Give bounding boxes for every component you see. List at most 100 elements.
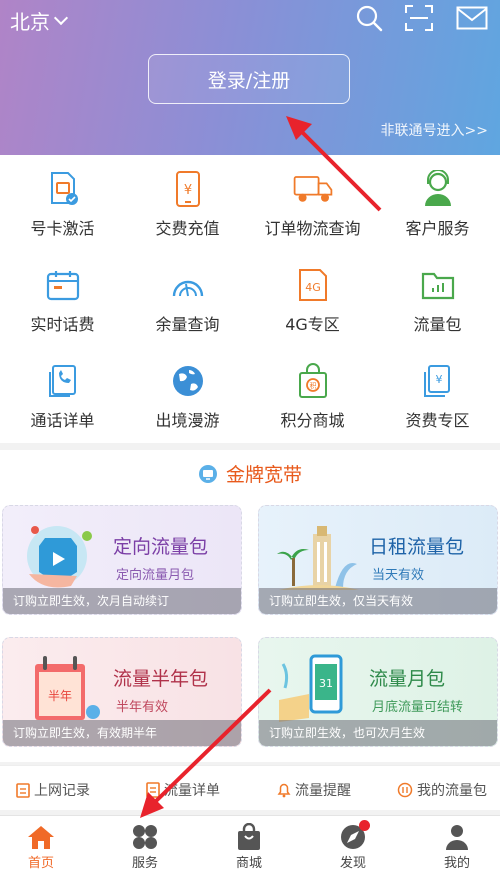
service-tariff-zone[interactable]: ¥ 资费专区: [375, 347, 500, 439]
service-call-details[interactable]: 通话详单: [0, 347, 125, 439]
service-label: 出境漫游: [155, 411, 220, 430]
quick-link-label: 流量详单: [164, 783, 220, 799]
gauge-icon: [172, 280, 203, 297]
card-footer: 订购立即生效，也可次月生效: [259, 720, 497, 746]
tab-services[interactable]: 服务: [95, 822, 195, 871]
list-icon: [146, 782, 160, 798]
tab-label: 我的: [443, 856, 470, 871]
card-half-year-data-pack[interactable]: 半年 流量半年包 半年有效 订购立即生效，有效期半年: [2, 637, 242, 747]
notification-dot: [359, 820, 370, 831]
directed-data-illustration: [27, 526, 92, 588]
service-label: 实时话费: [30, 315, 95, 334]
calendar-art-text: 31: [319, 677, 333, 690]
service-sim-activation[interactable]: 号卡激活: [0, 155, 125, 247]
yen-doc-icon: ¥: [423, 365, 450, 397]
service-grid: 号卡激活 ¥ 交费充值 订单物流查询 客户服务 实时话费 余量查询 4G 4G专…: [0, 155, 500, 443]
service-data-pack[interactable]: 流量包: [375, 251, 500, 343]
non-unicom-link[interactable]: 非联通号进入>>: [381, 120, 488, 140]
quick-link-label: 流量提醒: [295, 783, 351, 799]
quick-link-data-alert[interactable]: 流量提醒: [277, 780, 351, 800]
svg-text:4G: 4G: [305, 281, 321, 294]
service-label: 资费专区: [405, 411, 470, 430]
truck-icon: [293, 176, 332, 202]
card-subtitle: 半年有效: [116, 700, 169, 715]
tab-home[interactable]: 首页: [0, 822, 91, 871]
clipboard-icon: [16, 783, 30, 798]
service-roaming[interactable]: 出境漫游: [125, 347, 250, 439]
tab-me[interactable]: 我的: [407, 822, 500, 871]
svg-text:¥: ¥: [183, 183, 191, 198]
mail-icon[interactable]: [456, 6, 488, 30]
points-bag-icon: 积: [298, 363, 327, 398]
service-customer-service[interactable]: 客户服务: [375, 155, 500, 247]
folder-chart-icon: [421, 272, 454, 300]
service-label: 客户服务: [405, 219, 470, 238]
service-label: 号卡激活: [30, 219, 95, 238]
card-title: 流量半年包: [113, 668, 209, 690]
half-year-illustration: 半年: [35, 656, 100, 720]
service-label: 通话详单: [30, 411, 95, 430]
card-monthly-data-pack[interactable]: 31 流量月包 月底流量可结转 订购立即生效，也可次月生效: [258, 637, 498, 747]
quick-link-label: 上网记录: [34, 783, 90, 799]
tab-mall[interactable]: 商城: [199, 822, 299, 871]
quick-link-data-details[interactable]: 流量详单: [146, 780, 220, 800]
card-footer: 订购立即生效，次月自动续订: [3, 588, 241, 614]
card-directed-data-pack[interactable]: 定向流量包 定向流量月包 订购立即生效，次月自动续订: [2, 505, 242, 615]
service-realtime-charges[interactable]: 实时话费: [0, 251, 125, 343]
service-label: 积分商城: [280, 411, 345, 430]
broadband-title: 金牌宽带: [225, 464, 302, 486]
tab-label: 首页: [27, 856, 54, 871]
shopping-bag-icon: [238, 823, 260, 850]
svg-text:¥: ¥: [435, 373, 442, 386]
service-label: 流量包: [413, 315, 462, 334]
broadband-icon: [198, 464, 217, 483]
service-4g-zone[interactable]: 4G 4G专区: [250, 251, 375, 343]
bell-icon: [277, 783, 291, 798]
card-subtitle: 当天有效: [372, 568, 425, 583]
service-label: 交费充值: [155, 219, 220, 238]
service-label: 余量查询: [155, 315, 220, 334]
svg-text:积: 积: [309, 381, 316, 390]
card-subtitle: 定向流量月包: [116, 568, 195, 583]
home-icon: [28, 826, 54, 849]
card-footer: 订购立即生效，仅当天有效: [259, 588, 497, 614]
tab-label: 服务: [131, 856, 158, 871]
scan-icon[interactable]: [404, 4, 434, 32]
call-list-icon: [48, 365, 76, 397]
card-title: 定向流量包: [113, 536, 209, 558]
tab-label: 发现: [339, 856, 366, 871]
monthly-illustration: 31: [279, 654, 343, 722]
calendar-icon: [46, 271, 79, 301]
services-grid-icon: [133, 825, 157, 849]
quick-link-label: 我的流量包: [417, 783, 487, 799]
service-points-mall[interactable]: 积 积分商城: [250, 347, 375, 439]
service-order-tracking[interactable]: 订单物流查询: [250, 155, 375, 247]
search-icon[interactable]: [355, 4, 383, 32]
service-balance-query[interactable]: 余量查询: [125, 251, 250, 343]
sim-card-icon: [50, 172, 78, 205]
card-subtitle: 月底流量可结转: [372, 700, 464, 715]
city-selector[interactable]: 北京: [10, 6, 69, 35]
card-daily-data-pack[interactable]: 日租流量包 当天有效 订购立即生效，仅当天有效: [258, 505, 498, 615]
card-footer: 订购立即生效，有效期半年: [3, 720, 241, 746]
login-register-button[interactable]: 登录/注册: [148, 54, 350, 104]
tab-label: 商城: [235, 856, 262, 871]
agent-icon: [424, 170, 451, 206]
service-top-up[interactable]: ¥ 交费充值: [125, 155, 250, 247]
tab-discover[interactable]: 发现: [303, 820, 403, 871]
service-label: 4G专区: [285, 315, 340, 334]
quick-link-browsing-history[interactable]: 上网记录: [16, 780, 90, 800]
broadband-section: 金牌宽带 定向流量包 定向流量月包 订购立即生效，次月自动续订 日租流量包 当天…: [0, 450, 500, 762]
data-circle-icon: [397, 782, 413, 798]
globe-icon: [172, 366, 203, 396]
city-label: 北京: [10, 10, 50, 34]
card-title: 日租流量包: [369, 536, 465, 558]
broadband-header[interactable]: 金牌宽带: [0, 460, 500, 487]
chevron-down-icon: [53, 10, 69, 25]
calendar-art-text: 半年: [48, 689, 72, 703]
header-banner: 北京 登录/注册 非联通号进入>>: [0, 0, 500, 155]
service-label: 订单物流查询: [264, 219, 361, 238]
phone-yen-icon: ¥: [175, 171, 200, 207]
card-title: 流量月包: [369, 668, 446, 690]
quick-link-my-data-packs[interactable]: 我的流量包: [397, 780, 487, 800]
